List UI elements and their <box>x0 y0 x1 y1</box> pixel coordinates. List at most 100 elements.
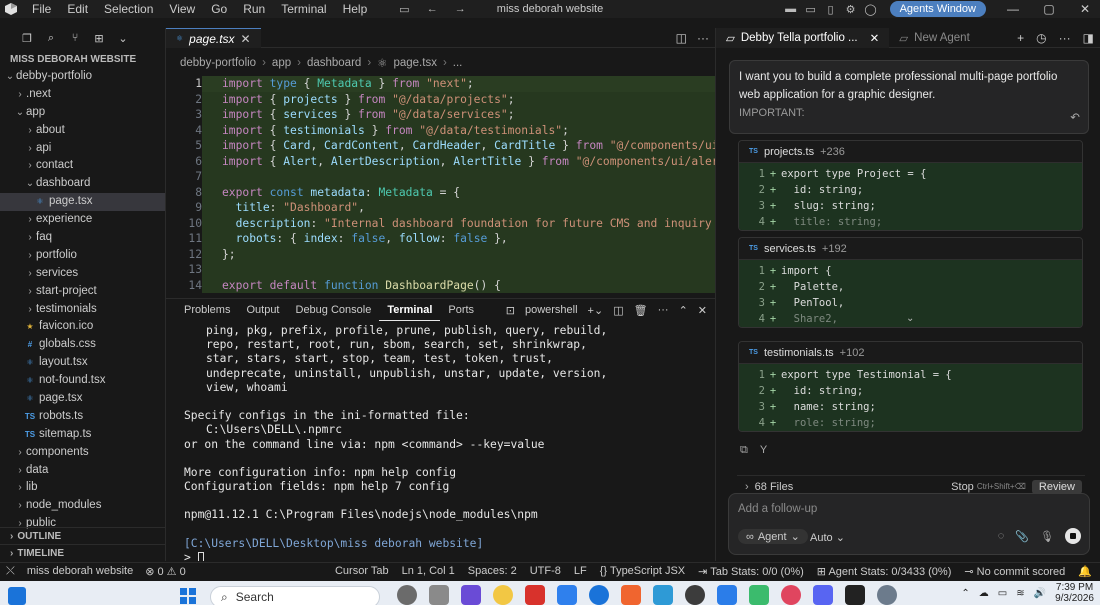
diff-card[interactable]: TS projects.ts +236 1 + export type Project =… <box>738 140 1083 231</box>
workspace-name[interactable]: miss deborah website <box>27 565 133 577</box>
taskbar-app-icon[interactable] <box>813 585 833 605</box>
battery-icon[interactable]: ▭ <box>998 588 1007 599</box>
diff-card[interactable]: TS testimonials.ts +102 1 + export type Testi… <box>738 341 1083 432</box>
tree-item[interactable]: › .next <box>0 86 165 104</box>
source-control-icon[interactable]: ⑂ <box>68 31 82 45</box>
minimize-icon[interactable]: — <box>998 2 1028 16</box>
agent-stats[interactable]: ⊞ Agent Stats: 0/3433 (0%) <box>817 565 952 578</box>
maximize-icon[interactable]: ▢ <box>1034 2 1064 16</box>
tab-page-tsx[interactable]: ⚛ page.tsx ✕ <box>166 28 261 48</box>
menu-go[interactable]: Go <box>203 0 235 18</box>
layout-split-icon[interactable]: ▯ <box>824 2 838 16</box>
breadcrumb-item[interactable]: app <box>272 57 291 69</box>
more-icon[interactable]: ··· <box>1059 31 1071 45</box>
close-agent-tab-icon[interactable]: ✕ <box>870 31 880 45</box>
taskbar-app-icon[interactable] <box>589 585 609 605</box>
taskbar-app-icon[interactable] <box>557 585 577 605</box>
trash-icon[interactable]: 🗑 <box>634 304 648 317</box>
taskbar-app-icon[interactable] <box>685 585 705 605</box>
shell-name[interactable]: powershell <box>525 304 578 316</box>
taskbar-app-icon[interactable] <box>397 585 417 605</box>
chevron-down-icon[interactable]: ⌄ <box>116 31 130 45</box>
diff-header[interactable]: TS projects.ts +236 <box>739 141 1082 163</box>
branch-icon[interactable]: Y <box>760 444 767 457</box>
menu-view[interactable]: View <box>161 0 203 18</box>
taskbar-app-icon[interactable] <box>845 585 865 605</box>
split-terminal-icon[interactable]: ◫ <box>613 304 623 317</box>
encoding[interactable]: UTF-8 <box>530 565 561 577</box>
tree-item[interactable]: › services <box>0 265 165 283</box>
attach-icon[interactable]: 📎 <box>1015 530 1029 543</box>
tab-new-agent[interactable]: ▱ New Agent <box>889 28 979 48</box>
tree-item[interactable]: › lib <box>0 479 165 497</box>
tree-item[interactable]: TS sitemap.ts <box>0 426 165 444</box>
close-tab-icon[interactable]: ✕ <box>241 32 251 46</box>
stop-generation-button[interactable] <box>1065 528 1081 544</box>
bell-icon[interactable]: 🔔 <box>1078 565 1092 578</box>
breadcrumb-item[interactable]: dashboard <box>307 57 361 69</box>
close-icon[interactable]: ✕ <box>1070 2 1100 16</box>
agent-mode-dropdown[interactable]: ∞ Agent ⌄ <box>738 529 808 544</box>
taskbar-app-icon[interactable] <box>429 585 449 605</box>
taskbar-app-icon[interactable] <box>493 585 513 605</box>
agents-window-button[interactable]: Agents Window <box>889 1 986 17</box>
model-dropdown[interactable]: Auto ⌄ <box>810 531 845 544</box>
split-editor-icon[interactable]: ◫ <box>676 31 687 45</box>
menu-terminal[interactable]: Terminal <box>273 0 334 18</box>
review-button[interactable]: Review <box>1031 479 1082 494</box>
back-arrow-icon[interactable]: ← <box>425 2 439 16</box>
timeline-section[interactable]: › TIMELINE <box>0 544 165 561</box>
files-icon[interactable]: ❐ <box>20 31 34 45</box>
terminal-shell-icon[interactable]: ⊡ <box>506 304 515 317</box>
taskbar-app-icon[interactable] <box>781 585 801 605</box>
start-button[interactable] <box>180 588 196 604</box>
close-panel-icon[interactable]: ✕ <box>698 304 707 317</box>
tree-item[interactable]: › node_modules <box>0 497 165 515</box>
tree-item[interactable]: ⌄ app <box>0 104 165 122</box>
tree-item[interactable]: › about <box>0 122 165 140</box>
taskbar-app-icon[interactable] <box>749 585 769 605</box>
tab-output[interactable]: Output <box>238 299 287 321</box>
commit-score[interactable]: ⊸ No commit scored <box>964 565 1065 578</box>
taskbar-app-icon[interactable] <box>653 585 673 605</box>
tree-item[interactable]: › components <box>0 444 165 462</box>
taskbar-search[interactable]: ⌕ Search <box>210 586 380 605</box>
breadcrumb-item[interactable]: page.tsx <box>393 57 436 69</box>
chevron-down-icon[interactable]: ⌄ <box>906 313 914 324</box>
gear-icon[interactable]: ⚙ <box>844 2 858 16</box>
mic-icon[interactable]: 🎙 <box>1040 530 1054 543</box>
taskbar-app-icon[interactable] <box>461 585 481 605</box>
tab-stats[interactable]: ⇥ Tab Stats: 0/0 (0%) <box>698 565 804 578</box>
outline-section[interactable]: › OUTLINE <box>0 527 165 544</box>
tree-item[interactable]: ⚛ page.tsx <box>0 193 165 212</box>
tree-item[interactable]: ⌄ dashboard <box>0 175 165 193</box>
tree-item[interactable]: › start-project <box>0 283 165 301</box>
workspace-header[interactable]: MISS DEBORAH WEBSITE <box>0 52 165 68</box>
tree-item[interactable]: # globals.css <box>0 336 165 354</box>
eol[interactable]: LF <box>574 565 587 577</box>
clock[interactable]: 7:39 PM 9/3/2026 <box>1055 582 1094 604</box>
tree-item[interactable]: TS robots.ts <box>0 408 165 426</box>
indentation[interactable]: Spaces: 2 <box>468 565 517 577</box>
tree-item[interactable]: › portfolio <box>0 247 165 265</box>
tree-item[interactable]: › contact <box>0 157 165 175</box>
diff-header[interactable]: TS services.ts +192 <box>739 238 1082 260</box>
diff-header[interactable]: TS testimonials.ts +102 <box>739 342 1082 364</box>
new-terminal-icon[interactable]: +⌄ <box>588 304 604 317</box>
tree-item[interactable]: ⚛ not-found.tsx <box>0 372 165 390</box>
language-mode[interactable]: {} TypeScript JSX <box>600 565 685 577</box>
search-icon[interactable]: ⌕ <box>44 31 58 45</box>
menu-selection[interactable]: Selection <box>96 0 161 18</box>
remote-icon[interactable]: ⤬ <box>6 565 15 578</box>
tree-item[interactable]: › experience <box>0 211 165 229</box>
more-icon[interactable]: ··· <box>658 304 669 316</box>
tree-item[interactable]: › testimonials <box>0 301 165 319</box>
tab-agent-chat[interactable]: ▱ Debby Tella portfolio ... ✕ <box>716 27 890 48</box>
cursor-tab-status[interactable]: Cursor Tab <box>335 565 389 577</box>
breadcrumb-item[interactable]: ... <box>453 57 463 69</box>
taskbar-app-icon[interactable] <box>525 585 545 605</box>
menu-run[interactable]: Run <box>235 0 273 18</box>
volume-icon[interactable]: 🔊 <box>1034 588 1046 599</box>
menu-edit[interactable]: Edit <box>59 0 96 18</box>
tree-item[interactable]: ⚛ layout.tsx <box>0 354 165 372</box>
